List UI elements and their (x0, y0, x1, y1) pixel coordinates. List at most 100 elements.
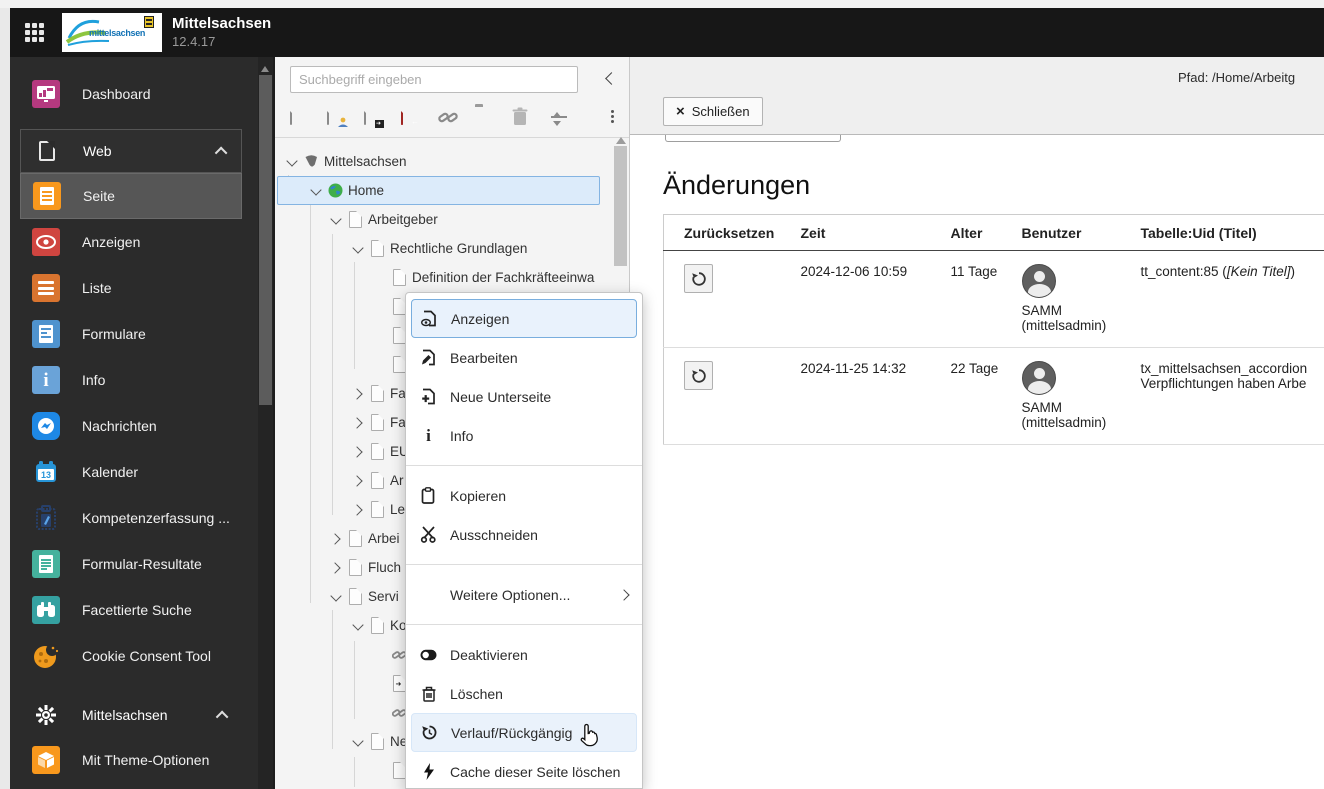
new-shortcut-page-icon[interactable] (364, 106, 384, 129)
scroll-up-arrow-icon[interactable] (261, 62, 269, 72)
tree-node[interactable]: Arbeitgeber (275, 205, 600, 234)
tree-node-label: Servi (368, 589, 399, 604)
chevron-down-icon[interactable] (349, 240, 367, 258)
tree-node-label: Ar (390, 473, 404, 488)
context-menu-item-neue-unterseite[interactable]: Neue Unterseite (406, 377, 642, 416)
sidebar-item-theme-optionen[interactable]: Mit Theme-Optionen (20, 737, 252, 783)
kebab-menu-icon[interactable] (605, 105, 619, 127)
sidebar-group-mittelsachsen[interactable]: Mittelsachsen (20, 693, 242, 737)
tree-node-label: Le (390, 502, 406, 517)
web-group-icon (33, 137, 61, 165)
search-input[interactable] (290, 66, 578, 93)
chevron-down-icon[interactable] (327, 211, 345, 229)
modulemenu-scrollbar[interactable] (258, 57, 273, 789)
logo-wordmark: mittelsachsen (89, 28, 146, 38)
context-menu-item-loeschen[interactable]: Löschen (406, 674, 642, 713)
sidebar-item-anzeigen[interactable]: Anzeigen (20, 219, 252, 265)
list-module-icon (32, 274, 60, 302)
sidebar-item-formular-resultate[interactable]: Formular-Resultate (20, 541, 252, 587)
sidebar-item-label: Formular-Resultate (82, 556, 202, 572)
change-age: 11 Tage (930, 250, 1002, 348)
rollback-button[interactable] (684, 361, 713, 390)
sidebar-item-kompetenzerfassung[interactable]: Kompetenzerfassung ... (20, 495, 252, 541)
sidebar-group-web[interactable]: Web (20, 129, 242, 173)
sidebar-item-seite[interactable]: Seite (20, 173, 242, 219)
window-margin-top (0, 0, 1324, 8)
menu-divider (406, 624, 642, 625)
link-icon[interactable] (438, 107, 458, 129)
context-menu-item-anzeigen[interactable]: Anzeigen (411, 299, 637, 338)
scroll-up-arrow-icon[interactable] (616, 132, 626, 144)
context-menu-item-ausschneiden[interactable]: Ausschneiden (406, 515, 642, 554)
context-menu-item-kopieren[interactable]: Kopieren (406, 476, 642, 515)
new-mountpoint-page-icon[interactable]: ← (401, 106, 421, 129)
tree-node-label: Fluch (368, 560, 402, 575)
binoculars-module-icon (32, 596, 60, 624)
record-title: Verpflichtungen haben Arbe (1140, 376, 1307, 391)
chevron-right-icon[interactable] (349, 385, 367, 403)
new-page-user-icon[interactable] (327, 106, 348, 129)
scrollbar-thumb[interactable] (259, 75, 272, 405)
sidebar-item-nachrichten[interactable]: Nachrichten (20, 403, 252, 449)
trash-icon[interactable] (512, 107, 532, 129)
tree-node[interactable]: Definition der Fachkräfteeinwa (275, 263, 600, 292)
context-menu-item-bearbeiten[interactable]: Bearbeiten (406, 338, 642, 377)
column-header: Zeit (780, 214, 931, 251)
cookie-module-icon (32, 642, 60, 670)
filter-toggle-icon[interactable] (549, 108, 569, 130)
sidebar-item-formulare[interactable]: Formulare (20, 311, 252, 357)
sidebar-item-facettierte-suche[interactable]: Facettierte Suche (20, 587, 252, 633)
chevron-up-icon (215, 710, 229, 723)
context-menu-item-deaktivieren[interactable]: Deaktivieren (406, 635, 642, 674)
sidebar-item-label: Formulare (82, 326, 146, 342)
sidebar-item-liste[interactable]: Liste (20, 265, 252, 311)
sidebar-item-label: Liste (82, 280, 112, 296)
tree-node-label: Rechtliche Grundlagen (390, 241, 528, 256)
chevron-right-icon[interactable] (349, 472, 367, 490)
chevron-right-icon[interactable] (349, 414, 367, 432)
chevron-down-icon[interactable] (327, 588, 345, 606)
site-brand[interactable]: mittelsachsen Mittelsachsen 12.4.17 (54, 8, 272, 57)
context-menu-item-verlauf[interactable]: Verlauf/Rückgängig (411, 713, 637, 752)
chevron-down-icon[interactable] (283, 153, 301, 171)
chevron-right-icon[interactable] (327, 559, 345, 577)
chevron-down-icon[interactable] (307, 182, 325, 200)
context-menu-item-cache-loeschen[interactable]: Cache dieser Seite löschen (406, 752, 642, 789)
sidebar-item-dashboard[interactable]: Dashboard (20, 71, 252, 117)
change-time: 2024-12-06 10:59 (780, 250, 931, 348)
context-menu-label: Verlauf/Rückgängig (451, 724, 573, 741)
chevron-right-icon[interactable] (349, 501, 367, 519)
page-icon (367, 732, 387, 752)
chevron-down-icon[interactable] (349, 733, 367, 751)
context-menu-item-weitere-optionen[interactable]: Weitere Optionen... (406, 575, 642, 614)
menu-divider (406, 564, 642, 565)
new-page-icon[interactable] (290, 106, 310, 129)
rollback-button[interactable] (684, 264, 713, 293)
tree-node[interactable]: Rechtliche Grundlagen (275, 234, 600, 263)
sidebar-item-info[interactable]: i Info (20, 357, 252, 403)
typo3-site-icon (301, 152, 321, 172)
column-header: Tabelle:Uid (Titel) (1120, 214, 1324, 251)
brand-text: Mittelsachsen 12.4.17 (172, 15, 271, 50)
modulemenu-toggle-button[interactable] (14, 8, 54, 57)
context-menu-item-info[interactable]: i Info (406, 416, 642, 455)
column-header: Benutzer (1001, 214, 1121, 251)
folder-icon[interactable] (475, 107, 495, 129)
sidebar-item-label: Anzeigen (82, 234, 141, 250)
collapse-pagetree-icon[interactable] (601, 70, 619, 88)
flash-icon (420, 763, 437, 780)
chevron-up-icon (214, 146, 228, 159)
sidebar-item-kalender[interactable]: 13 Kalender (20, 449, 252, 495)
page-icon (367, 384, 387, 404)
tree-node-root[interactable]: Mittelsachsen (275, 147, 600, 176)
scrollbar-thumb[interactable] (614, 146, 627, 266)
chevron-right-icon[interactable] (327, 530, 345, 548)
chevron-down-icon[interactable] (349, 617, 367, 635)
close-button[interactable]: × Schließen (663, 97, 763, 126)
tree-node-home[interactable]: Home (277, 176, 600, 205)
sidebar-item-cookie-consent[interactable]: Cookie Consent Tool (20, 633, 252, 679)
context-menu-label: Löschen (450, 685, 503, 702)
chevron-right-icon[interactable] (349, 443, 367, 461)
table-row: 2024-12-06 10:59 11 Tage SAMM (mittelsad… (663, 250, 1324, 348)
clipboard-module-icon (32, 504, 60, 532)
